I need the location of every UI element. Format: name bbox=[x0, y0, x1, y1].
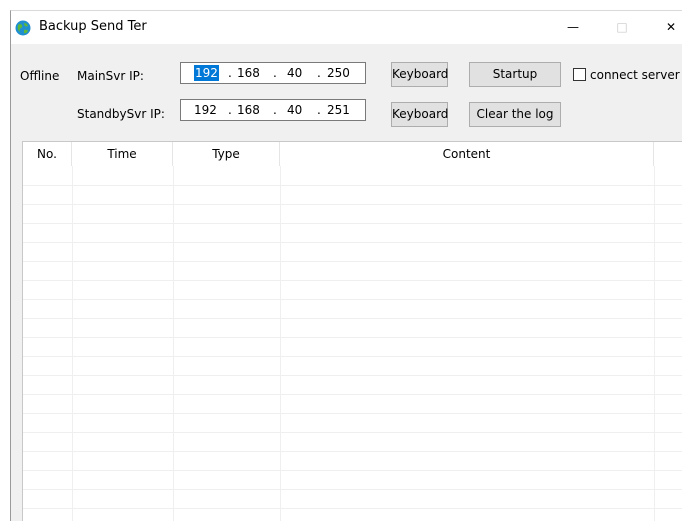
clear-log-button[interactable]: Clear the log bbox=[469, 102, 561, 127]
main-server-label: MainSvr IP: bbox=[77, 69, 144, 83]
grid-row-line bbox=[23, 394, 682, 395]
window-title: Backup Send Ter bbox=[39, 19, 147, 34]
app-window: Backup Send Ter — □ ✕ Offline MainSvr IP… bbox=[10, 10, 682, 521]
maximize-icon[interactable]: □ bbox=[608, 16, 636, 38]
grid-row-line bbox=[23, 356, 682, 357]
ip-octet[interactable]: 40 bbox=[287, 65, 302, 81]
grid-row-line bbox=[23, 489, 682, 490]
grid-column-line bbox=[72, 166, 73, 521]
grid-row-line bbox=[23, 413, 682, 414]
grid-row-line bbox=[23, 375, 682, 376]
close-icon[interactable]: ✕ bbox=[657, 16, 682, 38]
ip-octet[interactable]: 168 bbox=[237, 65, 260, 81]
ip-octet[interactable]: 251 bbox=[327, 102, 350, 118]
grid-row-line bbox=[23, 204, 682, 205]
startup-button[interactable]: Startup bbox=[469, 62, 561, 87]
column-header-time[interactable]: Time bbox=[72, 142, 173, 166]
grid-row-line bbox=[23, 318, 682, 319]
ip-octet[interactable]: 192 bbox=[194, 65, 219, 81]
ip-octet[interactable]: 168 bbox=[237, 102, 260, 118]
column-header-type[interactable]: Type bbox=[173, 142, 280, 166]
ip-octet[interactable]: 40 bbox=[287, 102, 302, 118]
grid-row-line bbox=[23, 242, 682, 243]
grid-row-line bbox=[23, 299, 682, 300]
log-table[interactable]: No. Time Type Content bbox=[22, 141, 682, 521]
grid-row-line bbox=[23, 508, 682, 509]
log-table-header: No. Time Type Content bbox=[23, 142, 682, 166]
grid-row-line bbox=[23, 185, 682, 186]
standby-server-label: StandbySvr IP: bbox=[77, 107, 165, 121]
main-keyboard-button[interactable]: Keyboard bbox=[391, 62, 448, 87]
title-bar[interactable]: Backup Send Ter — □ ✕ bbox=[11, 11, 682, 44]
standby-server-ip-field[interactable]: 192 . 168 . 40 . 251 bbox=[180, 99, 366, 121]
grid-column-line bbox=[173, 166, 174, 521]
grid-row-line bbox=[23, 432, 682, 433]
standby-keyboard-button[interactable]: Keyboard bbox=[391, 102, 448, 127]
minimize-icon[interactable]: — bbox=[559, 16, 587, 38]
grid-row-line bbox=[23, 451, 682, 452]
grid-column-line bbox=[280, 166, 281, 521]
grid-row-line bbox=[23, 261, 682, 262]
column-header-content[interactable]: Content bbox=[280, 142, 654, 166]
grid-row-line bbox=[23, 223, 682, 224]
connect-server-label: connect server bbox=[590, 68, 680, 82]
grid-row-line bbox=[23, 470, 682, 471]
main-server-ip-field[interactable]: 192 . 168 . 40 . 250 bbox=[180, 62, 366, 84]
globe-icon bbox=[15, 20, 31, 36]
checkbox-icon[interactable] bbox=[573, 68, 586, 81]
grid-row-line bbox=[23, 280, 682, 281]
column-header-no[interactable]: No. bbox=[23, 142, 72, 166]
grid-column-line bbox=[654, 166, 655, 521]
ip-octet[interactable]: 192 bbox=[194, 102, 217, 118]
status-label: Offline bbox=[20, 69, 60, 83]
grid-row-line bbox=[23, 337, 682, 338]
ip-octet[interactable]: 250 bbox=[327, 65, 350, 81]
